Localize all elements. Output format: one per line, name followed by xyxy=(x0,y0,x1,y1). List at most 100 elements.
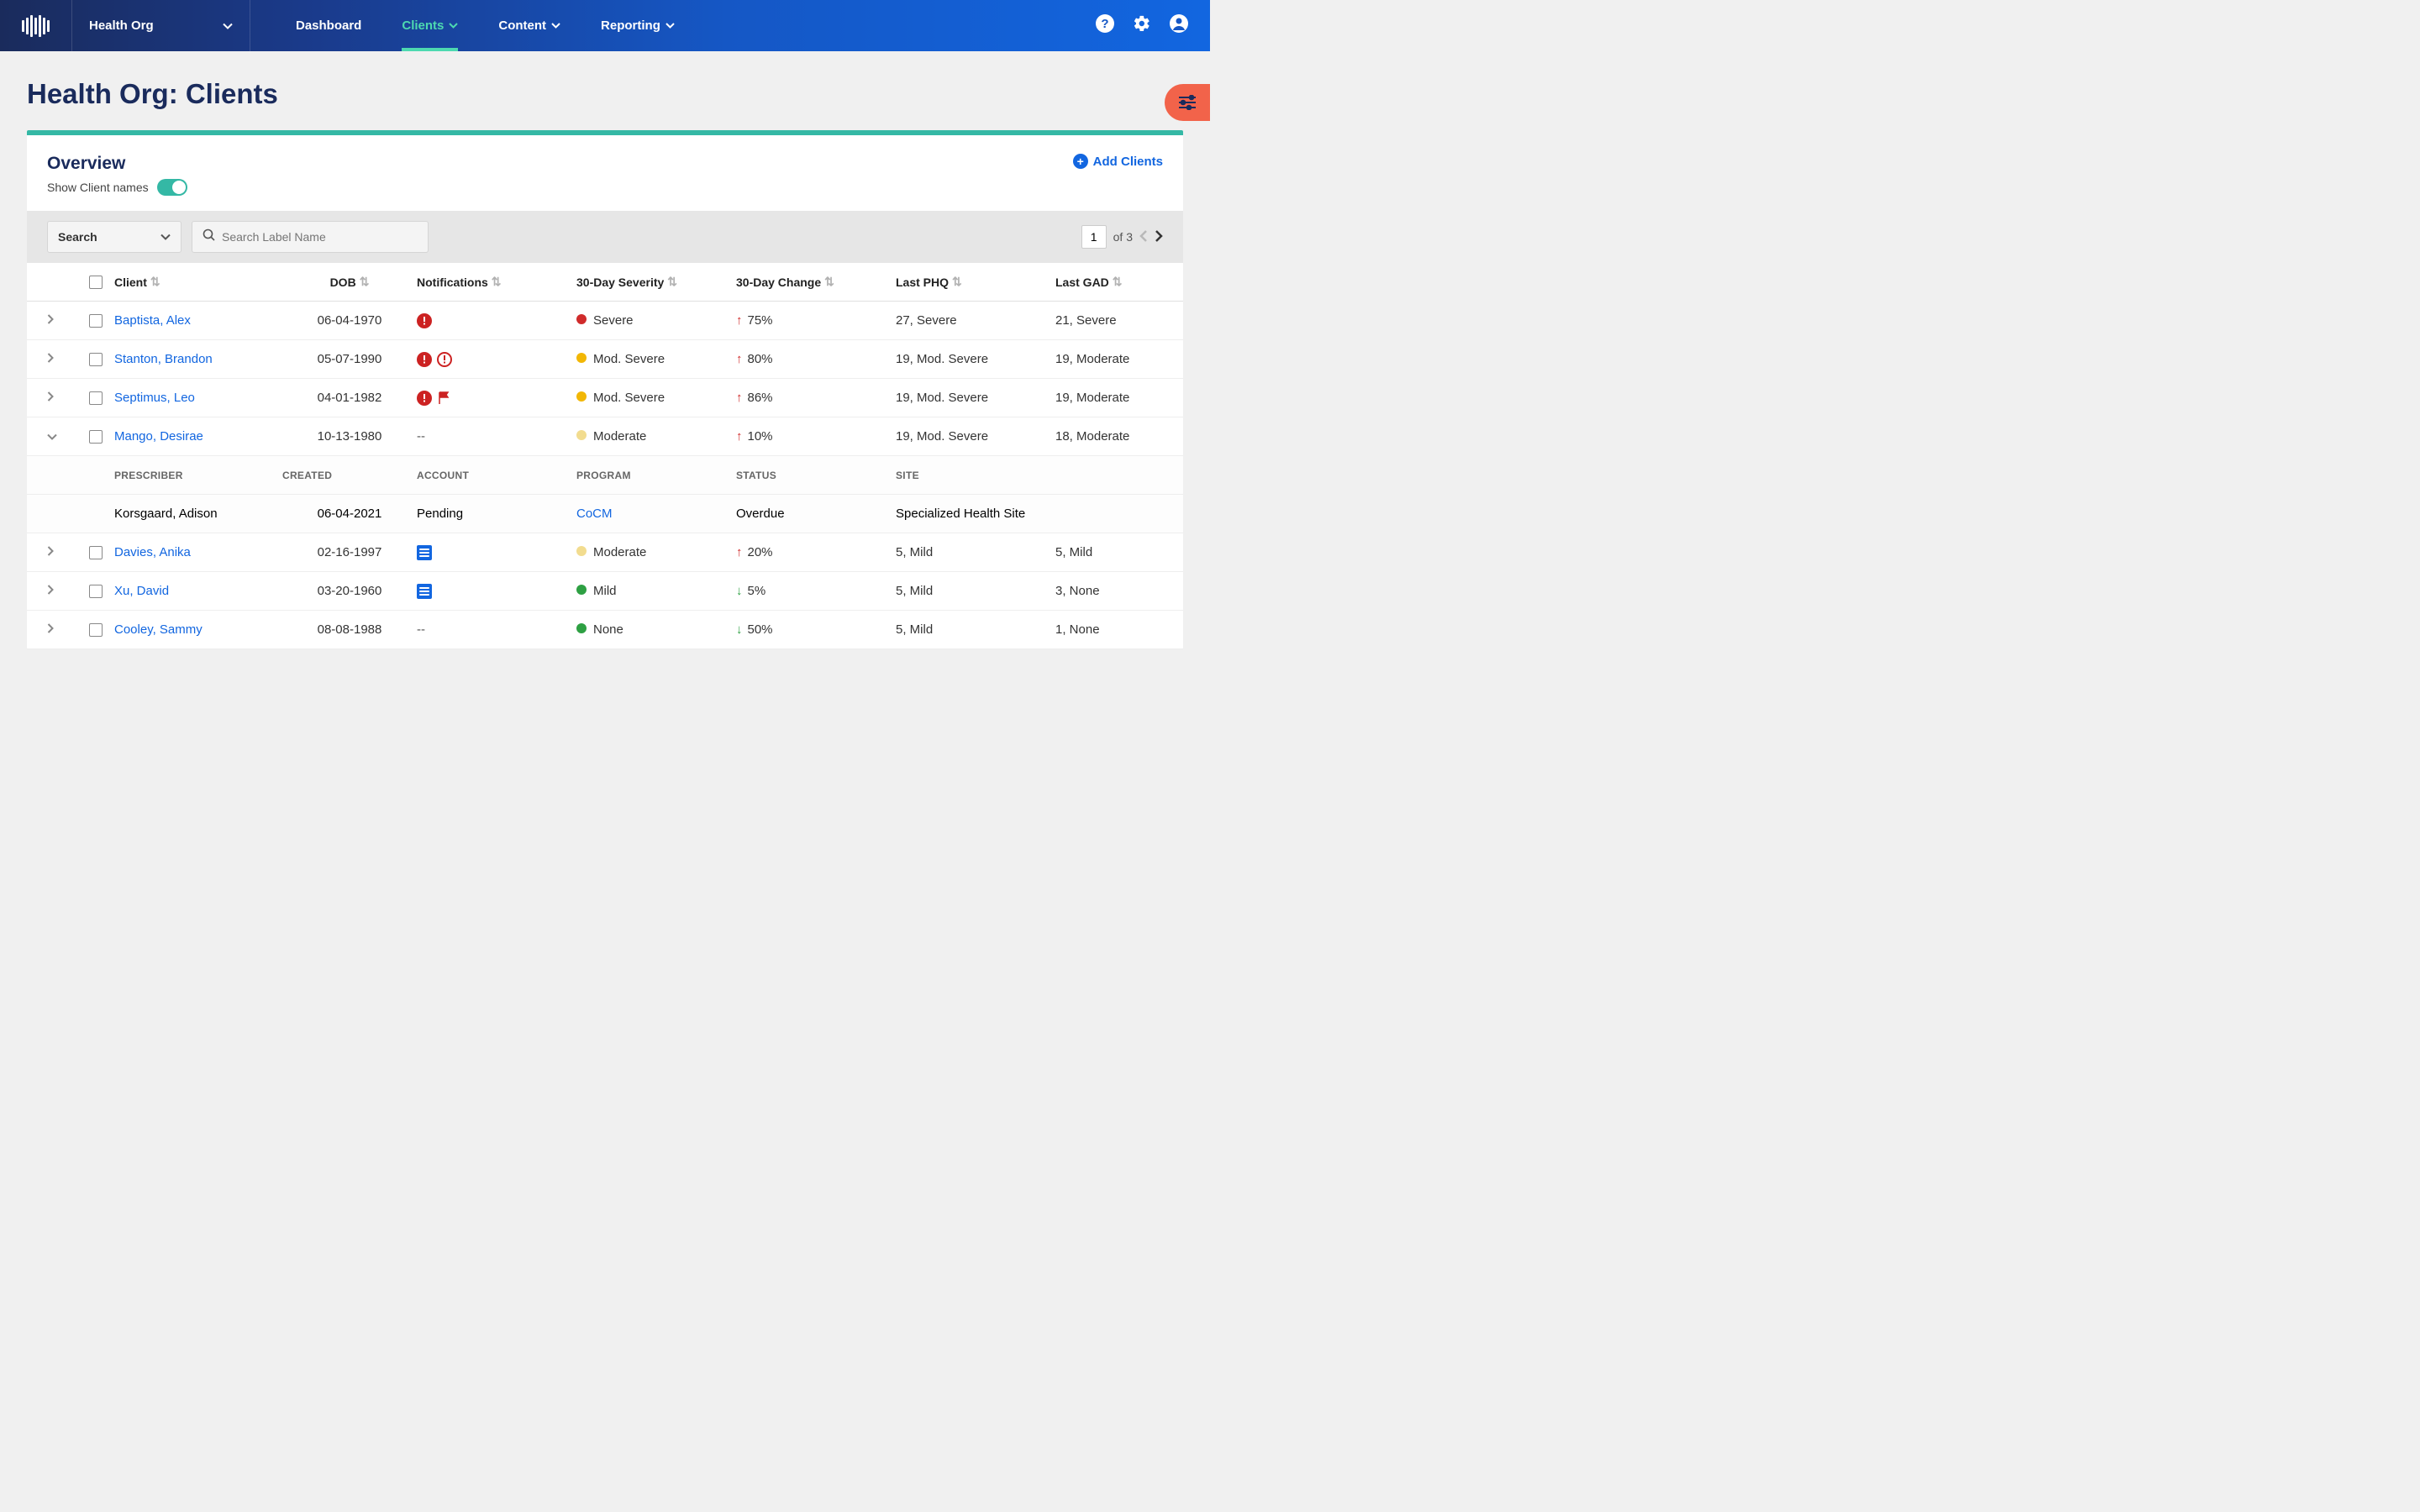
dob: 08-08-1988 xyxy=(282,622,417,637)
col-phq[interactable]: Last PHQ⇅ xyxy=(896,275,1055,289)
dob: 05-07-1990 xyxy=(282,352,417,366)
detail-header: PRESCRIBER xyxy=(114,470,282,481)
nav-reporting[interactable]: Reporting xyxy=(581,0,695,51)
client-name-link[interactable]: Xu, David xyxy=(114,584,169,598)
expand-button[interactable] xyxy=(47,391,89,405)
client-name-link[interactable]: Cooley, Sammy xyxy=(114,622,203,637)
phq-cell: 27, Severe xyxy=(896,313,1055,328)
clients-table: Client⇅ DOB⇅ Notifications⇅ 30-Day Sever… xyxy=(27,263,1183,649)
phq-cell: 19, Mod. Severe xyxy=(896,391,1055,405)
chevron-down-icon xyxy=(223,23,233,29)
row-checkbox[interactable] xyxy=(89,623,103,637)
search-row: Search of 3 xyxy=(27,211,1183,263)
page-input[interactable] xyxy=(1081,225,1107,249)
client-name-link[interactable]: Mango, Desirae xyxy=(114,429,203,444)
nav-label: Reporting xyxy=(601,18,660,33)
col-client[interactable]: Client⇅ xyxy=(114,275,282,289)
help-icon[interactable]: ? xyxy=(1096,14,1114,37)
severity-cell: Mod. Severe xyxy=(576,352,736,366)
no-notification: -- xyxy=(417,622,425,637)
select-all-checkbox[interactable] xyxy=(89,276,103,289)
row-checkbox[interactable] xyxy=(89,353,103,366)
table-row: Davies, Anika02-16-1997Moderate↑20%5, Mi… xyxy=(27,533,1183,572)
col-notifications[interactable]: Notifications⇅ xyxy=(417,275,576,289)
client-name-link[interactable]: Stanton, Brandon xyxy=(114,352,213,366)
gad-cell: 19, Moderate xyxy=(1055,391,1165,405)
severity-cell: Severe xyxy=(576,313,736,328)
row-checkbox[interactable] xyxy=(89,546,103,559)
sliders-icon xyxy=(1178,95,1197,110)
phq-cell: 5, Mild xyxy=(896,622,1055,637)
document-icon xyxy=(417,584,432,599)
settings-icon[interactable] xyxy=(1133,14,1151,37)
table-row: Mango, Desirae10-13-1980--Moderate↑10%19… xyxy=(27,417,1183,456)
nav-label: Clients xyxy=(402,18,444,33)
detail-program-link[interactable]: CoCM xyxy=(576,507,613,521)
gad-cell: 19, Moderate xyxy=(1055,352,1165,366)
filters-button[interactable] xyxy=(1165,84,1210,121)
expand-button[interactable] xyxy=(47,584,89,598)
clients-card: Overview Show Client names + Add Clients… xyxy=(27,130,1183,649)
notifications-cell: -- xyxy=(417,622,576,637)
nav-clients[interactable]: Clients xyxy=(381,0,478,51)
sort-icon: ⇅ xyxy=(360,275,370,289)
show-names-toggle[interactable] xyxy=(157,179,187,196)
org-name: Health Org xyxy=(89,18,154,33)
alert-icon xyxy=(417,352,432,367)
detail-created: 06-04-2021 xyxy=(282,507,417,521)
expand-button[interactable] xyxy=(47,545,89,559)
page-next-button[interactable] xyxy=(1155,230,1163,244)
severity-cell: Moderate xyxy=(576,429,736,444)
detail-account: Pending xyxy=(417,507,576,521)
page-prev-button[interactable] xyxy=(1139,230,1148,244)
arrow-down-icon: ↓ xyxy=(736,584,743,598)
col-change[interactable]: 30-Day Change⇅ xyxy=(736,275,896,289)
notifications-cell xyxy=(417,584,576,599)
add-clients-button[interactable]: + Add Clients xyxy=(1073,154,1163,169)
search-input[interactable] xyxy=(222,230,418,244)
phq-cell: 5, Mild xyxy=(896,545,1055,559)
expand-button[interactable] xyxy=(47,313,89,328)
row-checkbox[interactable] xyxy=(89,430,103,444)
search-icon xyxy=(203,228,215,245)
detail-site: Specialized Health Site xyxy=(896,507,1183,521)
expand-button[interactable] xyxy=(47,352,89,366)
client-name-link[interactable]: Davies, Anika xyxy=(114,545,191,559)
pager: of 3 xyxy=(1081,225,1163,249)
search-type-dropdown[interactable]: Search xyxy=(47,221,182,253)
expand-button[interactable] xyxy=(47,429,89,444)
search-input-wrap xyxy=(192,221,429,253)
nav-content[interactable]: Content xyxy=(478,0,581,51)
client-name-link[interactable]: Baptista, Alex xyxy=(114,313,191,328)
row-checkbox[interactable] xyxy=(89,314,103,328)
col-gad[interactable]: Last GAD⇅ xyxy=(1055,275,1165,289)
detail-header: ACCOUNT xyxy=(417,470,576,481)
page-title: Health Org: Clients xyxy=(0,51,1210,130)
col-dob[interactable]: DOB⇅ xyxy=(282,275,417,289)
dob: 04-01-1982 xyxy=(282,391,417,405)
flag-icon xyxy=(437,391,452,406)
toggle-label: Show Client names xyxy=(47,181,149,194)
overview-title: Overview xyxy=(47,154,187,174)
severity-cell: Moderate xyxy=(576,545,736,559)
dob: 06-04-1970 xyxy=(282,313,417,328)
client-name-link[interactable]: Septimus, Leo xyxy=(114,391,195,405)
row-checkbox[interactable] xyxy=(89,585,103,598)
notifications-cell xyxy=(417,313,576,328)
severity-dot xyxy=(576,546,587,556)
arrow-up-icon: ↑ xyxy=(736,352,743,366)
change-cell: ↑80% xyxy=(736,352,896,366)
no-notification: -- xyxy=(417,429,425,444)
expand-button[interactable] xyxy=(47,622,89,637)
arrow-up-icon: ↑ xyxy=(736,545,743,559)
nav-label: Dashboard xyxy=(296,18,361,33)
sort-icon: ⇅ xyxy=(492,275,502,289)
col-severity[interactable]: 30-Day Severity⇅ xyxy=(576,275,736,289)
nav-dashboard[interactable]: Dashboard xyxy=(276,0,381,51)
logo[interactable] xyxy=(0,0,72,51)
org-selector[interactable]: Health Org xyxy=(72,0,250,51)
row-checkbox[interactable] xyxy=(89,391,103,405)
account-icon[interactable] xyxy=(1170,14,1188,37)
detail-row: Korsgaard, Adison06-04-2021PendingCoCMOv… xyxy=(27,495,1183,533)
detail-header-row: PRESCRIBERCREATEDACCOUNTPROGRAMSTATUSSIT… xyxy=(27,456,1183,495)
